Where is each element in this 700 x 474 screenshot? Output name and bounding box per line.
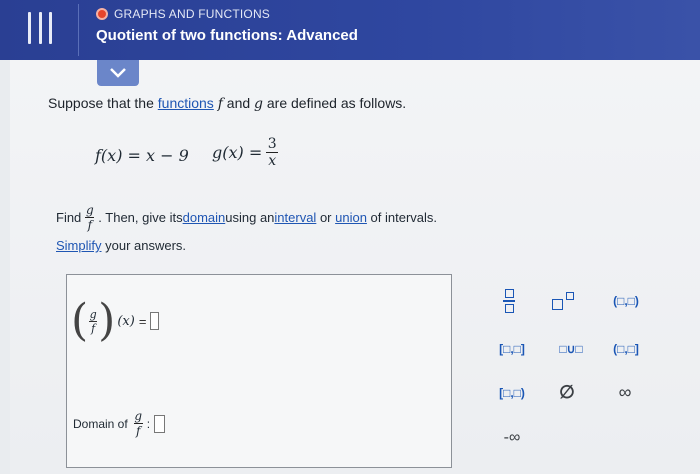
empty-set-button[interactable]: ∅ (552, 378, 582, 406)
equals-sign: = (138, 313, 147, 329)
f-definition: f(x) = x − 9 (95, 146, 189, 165)
g-symbol: g (254, 96, 263, 112)
left-paren: ( (71, 295, 89, 346)
top-header: GRAPHS AND FUNCTIONS Quotient of two fun… (0, 0, 700, 60)
fraction-icon (503, 289, 515, 313)
collapse-button[interactable] (97, 60, 139, 86)
lhs-denominator: f (91, 321, 96, 335)
header-divider (78, 4, 79, 56)
closed-open-interval-button[interactable]: [□,□) (486, 380, 538, 406)
quotient-answer-input[interactable] (150, 312, 160, 330)
intro-text: Suppose that the (48, 95, 158, 111)
fraction-button[interactable] (494, 286, 524, 316)
open-interval-button[interactable]: (□,□) (600, 288, 652, 314)
domain-link[interactable]: domain (183, 210, 226, 225)
functions-link[interactable]: functions (158, 95, 214, 111)
simplify-rest: your answers. (101, 238, 187, 253)
question-intro: Suppose that the functions f and g are d… (48, 95, 406, 112)
quotient-fraction: g f (85, 203, 95, 232)
find-instruction: Find g f . Then, give its domain using a… (56, 203, 437, 232)
of-intervals-text: of intervals. (366, 210, 438, 225)
topic-status-icon (96, 8, 108, 20)
topic-row: GRAPHS AND FUNCTIONS (96, 7, 270, 21)
lhs-fraction: g f (89, 307, 98, 335)
domain-row: Domain of g f : (73, 409, 166, 438)
topic-label: GRAPHS AND FUNCTIONS (114, 7, 271, 21)
using-text: using an (225, 210, 275, 225)
answer-box: ( g f ) (x) = Domain of g f : (66, 274, 452, 468)
exponent-button[interactable] (548, 288, 578, 314)
simplify-instruction: Simplify your answers. (56, 238, 186, 253)
g-definition: g(x) = 3 x (212, 136, 279, 169)
lhs-numerator: g (89, 307, 97, 321)
negative-infinity-button[interactable]: -∞ (490, 424, 534, 452)
union-button[interactable]: □∪□ (546, 336, 596, 362)
closed-interval-button[interactable]: [□,□] (486, 336, 538, 362)
chevron-down-icon (110, 68, 126, 78)
or-text: or (316, 210, 336, 225)
right-paren: ) (98, 295, 116, 346)
problem-panel: Suppose that the functions f and g are d… (10, 60, 700, 474)
menu-icon[interactable] (22, 10, 58, 46)
page-title: Quotient of two functions: Advanced (96, 27, 358, 44)
domain-label: Domain of (73, 416, 128, 431)
symbol-palette: (□,□) [□,□] □∪□ (□,□] [□,□) ∅ ∞ -∞ (472, 274, 672, 468)
quotient-expression: ( g f ) (x) = (71, 295, 160, 346)
exponent-icon (552, 292, 574, 310)
then-text: . Then, give its (98, 210, 183, 225)
domain-answer-input[interactable] (154, 414, 166, 433)
quotient-denominator: f (87, 218, 93, 232)
g-prefix: g(x) = (212, 143, 263, 162)
union-link[interactable]: union (335, 210, 367, 225)
g-denominator: x (268, 153, 277, 169)
g-fraction: 3 x (266, 136, 279, 169)
domain-colon: : (146, 416, 151, 431)
quotient-numerator: g (85, 203, 94, 217)
domain-numerator: g (134, 409, 143, 423)
domain-denominator: f (135, 424, 141, 438)
intro-end-text: are defined as follows. (263, 95, 407, 111)
find-label: Find (56, 210, 82, 225)
open-closed-interval-button[interactable]: (□,□] (600, 336, 652, 362)
lhs-argument: (x) (117, 313, 135, 329)
g-numerator: 3 (267, 136, 277, 152)
and-text: and (222, 95, 255, 111)
domain-fraction: g f (133, 409, 143, 438)
interval-link[interactable]: interval (274, 210, 316, 225)
simplify-link[interactable]: Simplify (56, 238, 102, 253)
infinity-button[interactable]: ∞ (610, 378, 640, 406)
